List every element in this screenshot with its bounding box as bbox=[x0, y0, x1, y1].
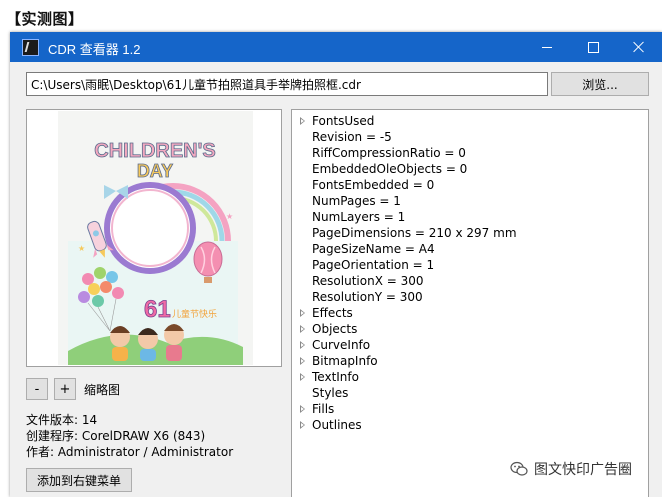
expand-arrow-icon[interactable] bbox=[300, 373, 305, 381]
creator-program-text: 创建程序: CorelDRAW X6 (843) bbox=[26, 429, 206, 443]
expand-arrow-icon[interactable] bbox=[300, 309, 305, 317]
browse-button[interactable]: 浏览... bbox=[551, 72, 649, 96]
minimize-button[interactable] bbox=[524, 32, 570, 62]
poster-title-line2: DAY bbox=[137, 161, 173, 181]
expand-arrow-icon[interactable] bbox=[300, 357, 305, 365]
poster-title-line1: CHILDREN'S bbox=[94, 140, 215, 162]
wechat-icon bbox=[510, 461, 528, 476]
zoom-out-button[interactable]: - bbox=[26, 378, 48, 400]
coreldraw-app-icon bbox=[22, 39, 39, 56]
poster-badge-text: 儿童节快乐 bbox=[172, 308, 217, 320]
page-caption: 【实测图】 bbox=[6, 11, 84, 28]
childrens-day-poster-image: CHILDREN'S DAY 61 儿童节快乐 ★ ★ bbox=[58, 111, 253, 365]
watermark-text: 图文快印广告圈 bbox=[534, 462, 632, 478]
watermark: 图文快印广告圈 bbox=[506, 457, 636, 481]
close-icon bbox=[633, 41, 645, 53]
minimize-icon bbox=[542, 46, 552, 48]
svg-text:★: ★ bbox=[226, 212, 233, 221]
expand-arrow-icon[interactable] bbox=[300, 325, 305, 333]
thumbnail-preview: CHILDREN'S DAY 61 儿童节快乐 ★ ★ bbox=[26, 109, 282, 367]
author-text: 作者: Administrator / Administrator bbox=[26, 445, 234, 459]
maximize-button[interactable] bbox=[570, 32, 616, 62]
poster-badge-number: 61 bbox=[144, 296, 171, 323]
zoom-in-button[interactable]: + bbox=[54, 378, 76, 400]
expand-arrow-icon[interactable] bbox=[300, 341, 305, 349]
maximize-icon bbox=[587, 41, 599, 53]
window-title: CDR 查看器 1.2 bbox=[48, 42, 141, 57]
add-to-context-menu-button[interactable]: 添加到右键菜单 bbox=[26, 468, 132, 492]
expand-arrow-icon[interactable] bbox=[300, 421, 305, 429]
file-version-text: 文件版本: 14 bbox=[26, 413, 98, 427]
close-button[interactable] bbox=[616, 32, 662, 62]
cdr-viewer-window: CDR 查看器 1.2 浏览... CHILDREN'S DAY bbox=[10, 32, 662, 497]
expand-arrow-icon[interactable] bbox=[300, 117, 305, 125]
title-bar[interactable]: CDR 查看器 1.2 bbox=[10, 32, 662, 62]
properties-tree[interactable]: FontsUsed Revision = -5 RiffCompressionR… bbox=[291, 109, 649, 497]
svg-text:★: ★ bbox=[78, 244, 85, 253]
expand-arrow-icon[interactable] bbox=[300, 405, 305, 413]
thumbnail-label: 缩略图 bbox=[84, 383, 121, 397]
file-path-input[interactable] bbox=[26, 72, 548, 96]
